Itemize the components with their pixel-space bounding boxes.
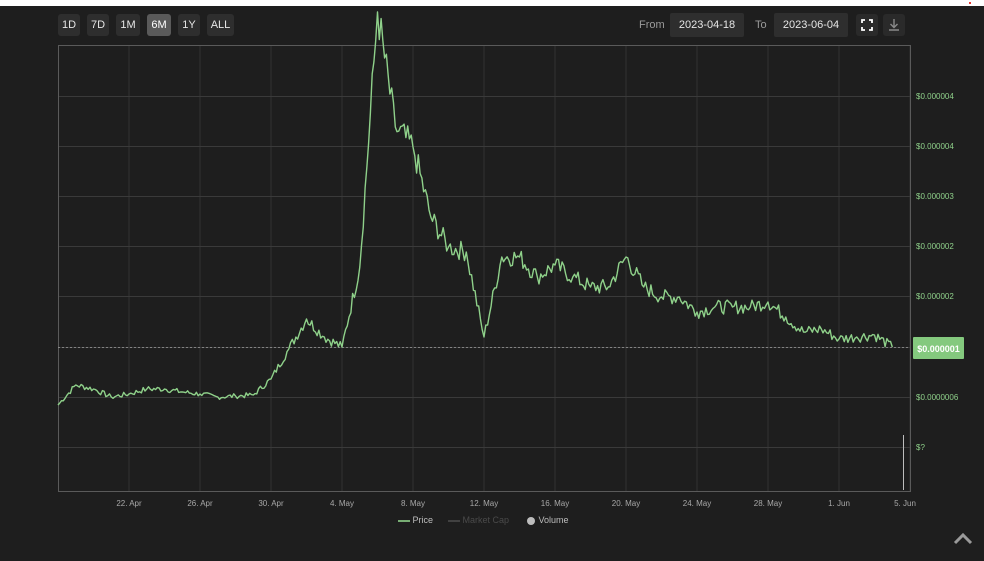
x-tick-label: 12. May xyxy=(470,499,498,508)
x-tick-label: 16. May xyxy=(541,499,569,508)
y-tick-label: $0.000004 xyxy=(916,142,954,151)
legend-label-volume: Volume xyxy=(538,515,569,525)
current-price-badge-label: $0.000001 xyxy=(917,344,960,354)
legend-line-icon xyxy=(448,519,460,522)
y-tick-label: $0.000002 xyxy=(916,292,954,301)
current-price-badge: $0.000001 xyxy=(913,337,964,359)
y-tick-label: $0.0000006 xyxy=(916,393,959,402)
legend-line-icon xyxy=(398,519,410,522)
x-tick-label: 8. May xyxy=(401,499,425,508)
x-tick-label: 20. May xyxy=(612,499,640,508)
chevron-up-icon xyxy=(953,532,973,545)
legend-dot-icon xyxy=(527,516,535,525)
scroll-top-button[interactable] xyxy=(953,532,973,546)
x-tick-label: 4. May xyxy=(330,499,354,508)
legend-item-market-cap[interactable]: Market Cap xyxy=(448,514,509,526)
price-series-line xyxy=(57,11,893,406)
legend-item-price[interactable]: Price xyxy=(398,514,433,526)
x-tick-label: 24. May xyxy=(683,499,711,508)
legend-item-volume[interactable]: Volume xyxy=(526,514,569,526)
x-tick-label: 5. Jun xyxy=(894,499,916,508)
y-tick-label: $0.000002 xyxy=(916,242,954,251)
y-tick-label: $? xyxy=(916,443,925,452)
y-tick-label: $0.000003 xyxy=(916,192,954,201)
x-tick-label: 1. Jun xyxy=(828,499,850,508)
x-tick-label: 26. Apr xyxy=(187,499,213,508)
legend-label-market-cap: Market Cap xyxy=(462,515,510,525)
price-chart[interactable]: 22. Apr 26. Apr 30. Apr 4. May 8. May 12. May… xyxy=(0,0,984,561)
legend-label-price: Price xyxy=(412,515,434,525)
y-tick-label: $0.000004 xyxy=(916,92,954,101)
x-tick-label: 22. Apr xyxy=(116,499,142,508)
x-tick-label: 30. Apr xyxy=(258,499,284,508)
x-tick-label: 28. May xyxy=(754,499,782,508)
chart-grid xyxy=(58,46,911,491)
